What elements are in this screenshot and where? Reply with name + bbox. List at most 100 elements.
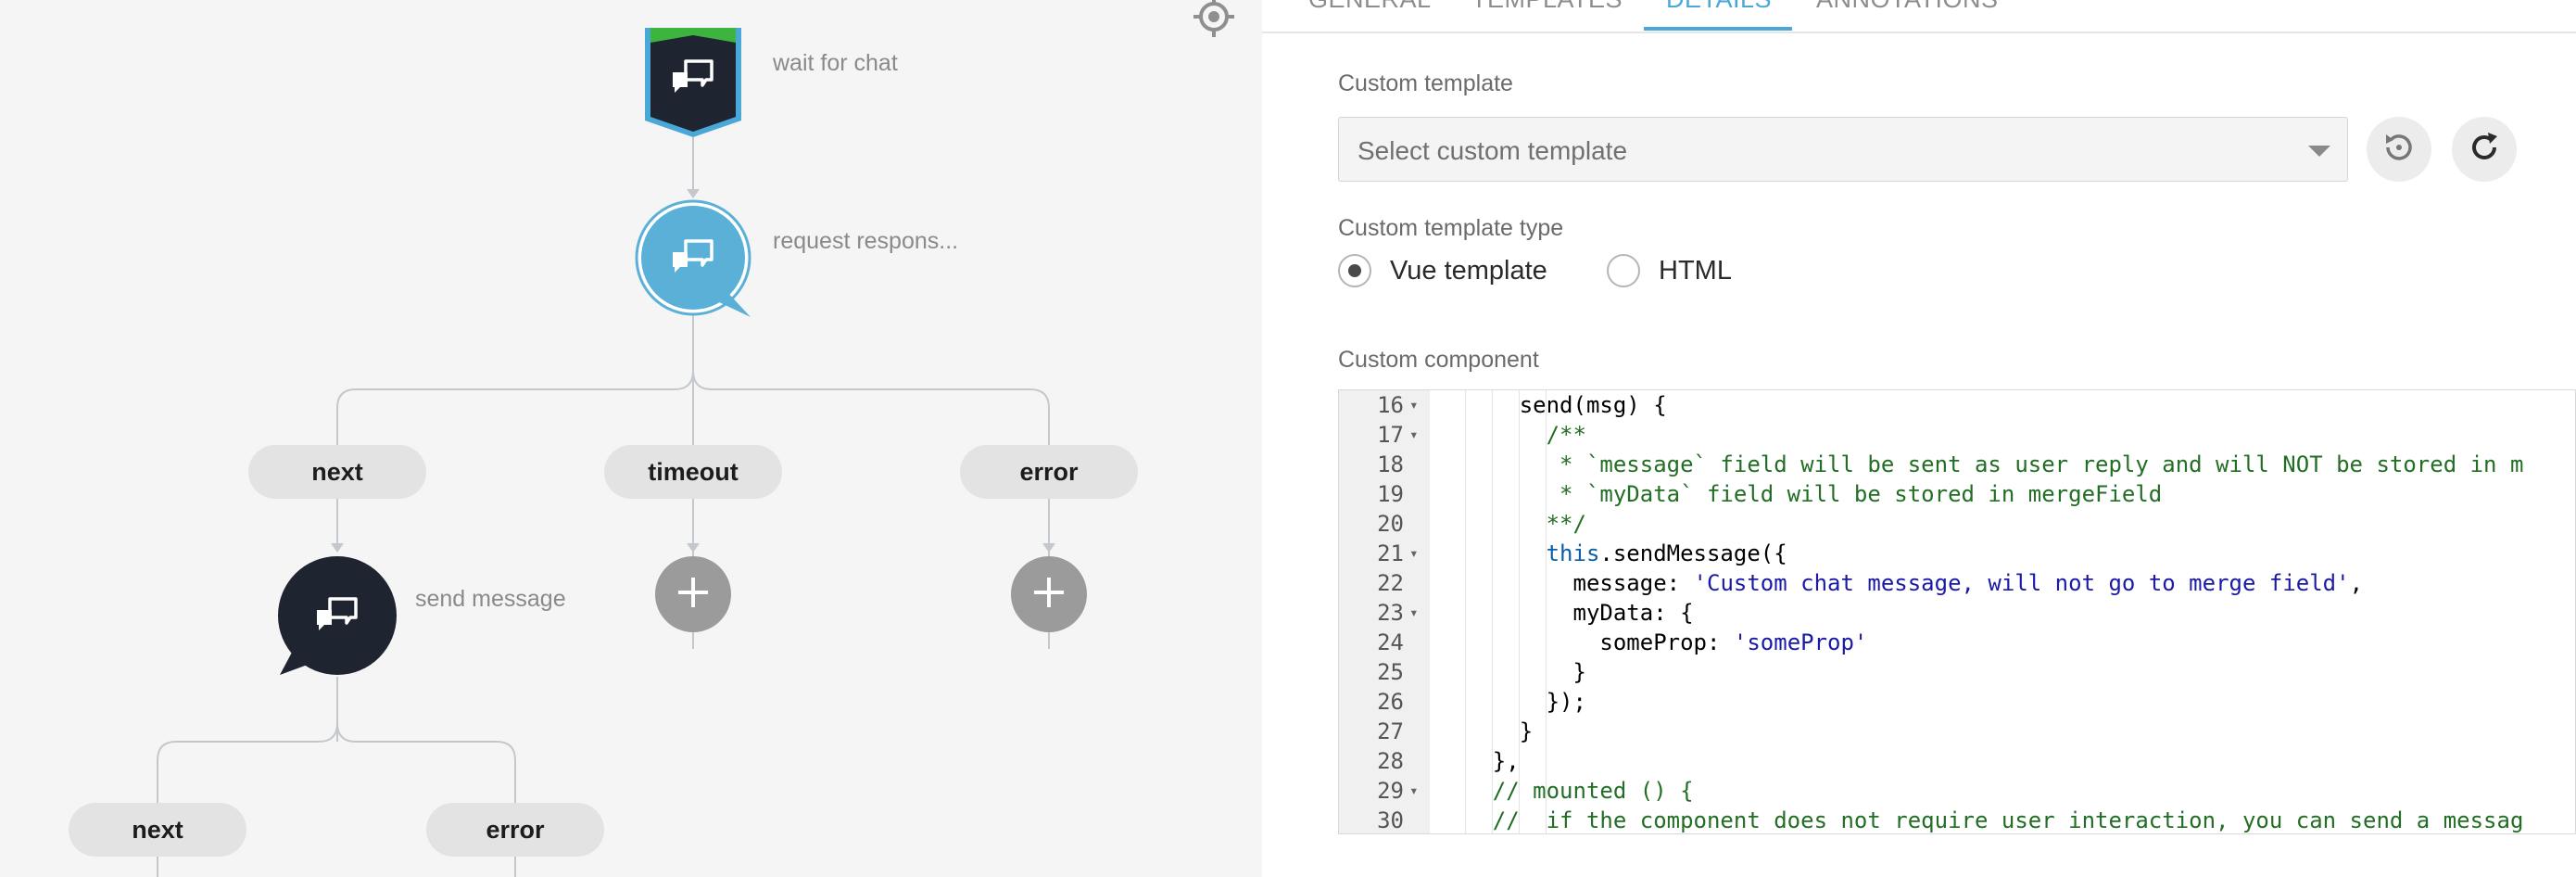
line-number: 25: [1377, 659, 1404, 685]
code-line: 18 * `message` field will be sent as use…: [1339, 450, 2575, 479]
line-number: 19: [1377, 481, 1404, 507]
code-line: 25 }: [1339, 657, 2575, 687]
fold-toggle-icon[interactable]: ▾: [1409, 390, 1419, 420]
tab-general[interactable]: GENERAL: [1308, 0, 1432, 14]
plus-icon: [675, 574, 712, 616]
custom-component-label: Custom component: [1338, 347, 1539, 373]
code-text: **/: [1439, 509, 1586, 539]
code-token: send(msg) {: [1439, 392, 1667, 418]
node-label-send-message: send message: [415, 586, 566, 612]
branch-timeout[interactable]: timeout: [604, 445, 782, 499]
code-token: .sendMessage({: [1599, 540, 1787, 566]
line-number: 26: [1377, 689, 1404, 715]
code-text: * `message` field will be sent as user r…: [1439, 450, 2523, 479]
line-number: 16: [1377, 392, 1404, 418]
refresh-icon: [2466, 129, 2503, 171]
line-number: 18: [1377, 451, 1404, 477]
radio-html[interactable]: [1607, 254, 1640, 287]
code-token: });: [1439, 689, 1586, 715]
radio-selected-dot: [1348, 264, 1361, 277]
code-editor[interactable]: 16 ▾ send(msg) {17 ▾ /** 18 * `message` fie…: [1338, 389, 2576, 834]
code-token: **/: [1439, 511, 1586, 537]
code-line: 28 },: [1339, 746, 2575, 776]
line-number: 20: [1377, 511, 1404, 537]
code-text: myData: {: [1439, 598, 1694, 628]
code-token: myData: {: [1439, 600, 1694, 626]
branch-error[interactable]: error: [960, 445, 1138, 499]
code-text: someProp: 'someProp': [1439, 628, 1867, 657]
code-text: /**: [1439, 420, 1586, 450]
add-node-timeout-button[interactable]: [655, 556, 731, 632]
tab-details[interactable]: DETAILS: [1666, 0, 1772, 14]
tab-annotations[interactable]: ANNOTATIONS: [1816, 0, 1999, 14]
radio-label-html[interactable]: HTML: [1659, 256, 1732, 286]
code-token: }: [1439, 659, 1586, 685]
code-token: 'someProp': [1733, 629, 1868, 655]
flow-canvas[interactable]: wait for chat request respons... next ti…: [0, 0, 1262, 877]
code-text: // mounted () {: [1439, 776, 1694, 806]
radio-vue-template[interactable]: [1338, 254, 1371, 287]
code-token: },: [1439, 748, 1520, 774]
chat-bubbles-icon: [671, 57, 715, 103]
node-wait-for-chat[interactable]: [639, 24, 747, 144]
code-token: }: [1439, 718, 1534, 744]
line-number: 29: [1377, 778, 1404, 804]
chat-bubbles-icon: [671, 237, 715, 283]
code-text: });: [1439, 687, 1586, 717]
fold-toggle-icon[interactable]: ▾: [1409, 598, 1419, 628]
code-line: 17 ▾ /**: [1339, 420, 2575, 450]
node-label-request-response: request respons...: [773, 228, 959, 254]
code-text: // if the component does not require use…: [1439, 806, 2524, 833]
panel-tabs: GENERAL TEMPLATES DETAILS ANNOTATIONS: [1262, 0, 2576, 33]
code-token: // if the component does not require use…: [1439, 807, 2524, 833]
plus-icon: [1030, 574, 1067, 616]
node-send-message[interactable]: [276, 554, 398, 683]
branch-send-next[interactable]: next: [69, 803, 246, 857]
fold-toggle-icon[interactable]: ▾: [1409, 539, 1419, 568]
refresh-templates-button[interactable]: [2452, 117, 2517, 182]
node-label-wait-for-chat: wait for chat: [773, 50, 898, 76]
history-reset-icon: [2380, 129, 2418, 171]
code-line: 24 someProp: 'someProp': [1339, 628, 2575, 657]
recenter-button[interactable]: [1193, 0, 1234, 42]
crosshair-icon: [1193, 0, 1234, 41]
flow-connectors: [157, 137, 1055, 877]
code-line: 27 }: [1339, 717, 2575, 746]
code-text: message: 'Custom chat message, will not …: [1439, 568, 2363, 598]
branch-send-error[interactable]: error: [426, 803, 604, 857]
code-token: 'Custom chat message, will not go to mer…: [1693, 570, 2350, 596]
active-tab-indicator: [1644, 27, 1792, 31]
node-details-panel: GENERAL TEMPLATES DETAILS ANNOTATIONS Cu…: [1262, 0, 2576, 877]
line-number: 22: [1377, 570, 1404, 596]
code-line: 26 });: [1339, 687, 2575, 717]
line-number: 23: [1377, 600, 1404, 626]
code-token: * `message` field will be sent as user r…: [1439, 451, 2524, 477]
code-token: * `myData` field will be stored in merge…: [1439, 481, 2163, 507]
add-node-error-button[interactable]: [1011, 556, 1087, 632]
code-text: },: [1439, 746, 1520, 776]
code-text: }: [1439, 717, 1533, 746]
custom-template-select[interactable]: Select custom template: [1338, 117, 2348, 182]
line-number: 28: [1377, 748, 1404, 774]
branch-next[interactable]: next: [248, 445, 426, 499]
code-line: 22 message: 'Custom chat message, will n…: [1339, 568, 2575, 598]
radio-label-vue-template[interactable]: Vue template: [1390, 256, 1547, 286]
code-text: * `myData` field will be stored in merge…: [1439, 479, 2162, 509]
code-text: }: [1439, 657, 1586, 687]
code-line: 19 * `myData` field will be stored in me…: [1339, 479, 2575, 509]
line-number: 21: [1377, 540, 1404, 566]
fold-toggle-icon[interactable]: ▾: [1409, 776, 1419, 806]
code-line: 29 ▾ // mounted () {: [1339, 776, 2575, 806]
custom-template-placeholder: Select custom template: [1357, 136, 1628, 165]
tab-templates[interactable]: TEMPLATES: [1471, 0, 1623, 14]
reset-template-button[interactable]: [2367, 117, 2431, 182]
node-request-response[interactable]: [634, 198, 754, 324]
code-token: this: [1546, 540, 1600, 566]
code-token: someProp:: [1439, 629, 1734, 655]
code-text: send(msg) {: [1439, 390, 1667, 420]
custom-template-label: Custom template: [1338, 70, 1513, 96]
line-number: 30: [1377, 807, 1404, 833]
fold-toggle-icon[interactable]: ▾: [1409, 420, 1419, 450]
line-number: 17: [1377, 422, 1404, 448]
